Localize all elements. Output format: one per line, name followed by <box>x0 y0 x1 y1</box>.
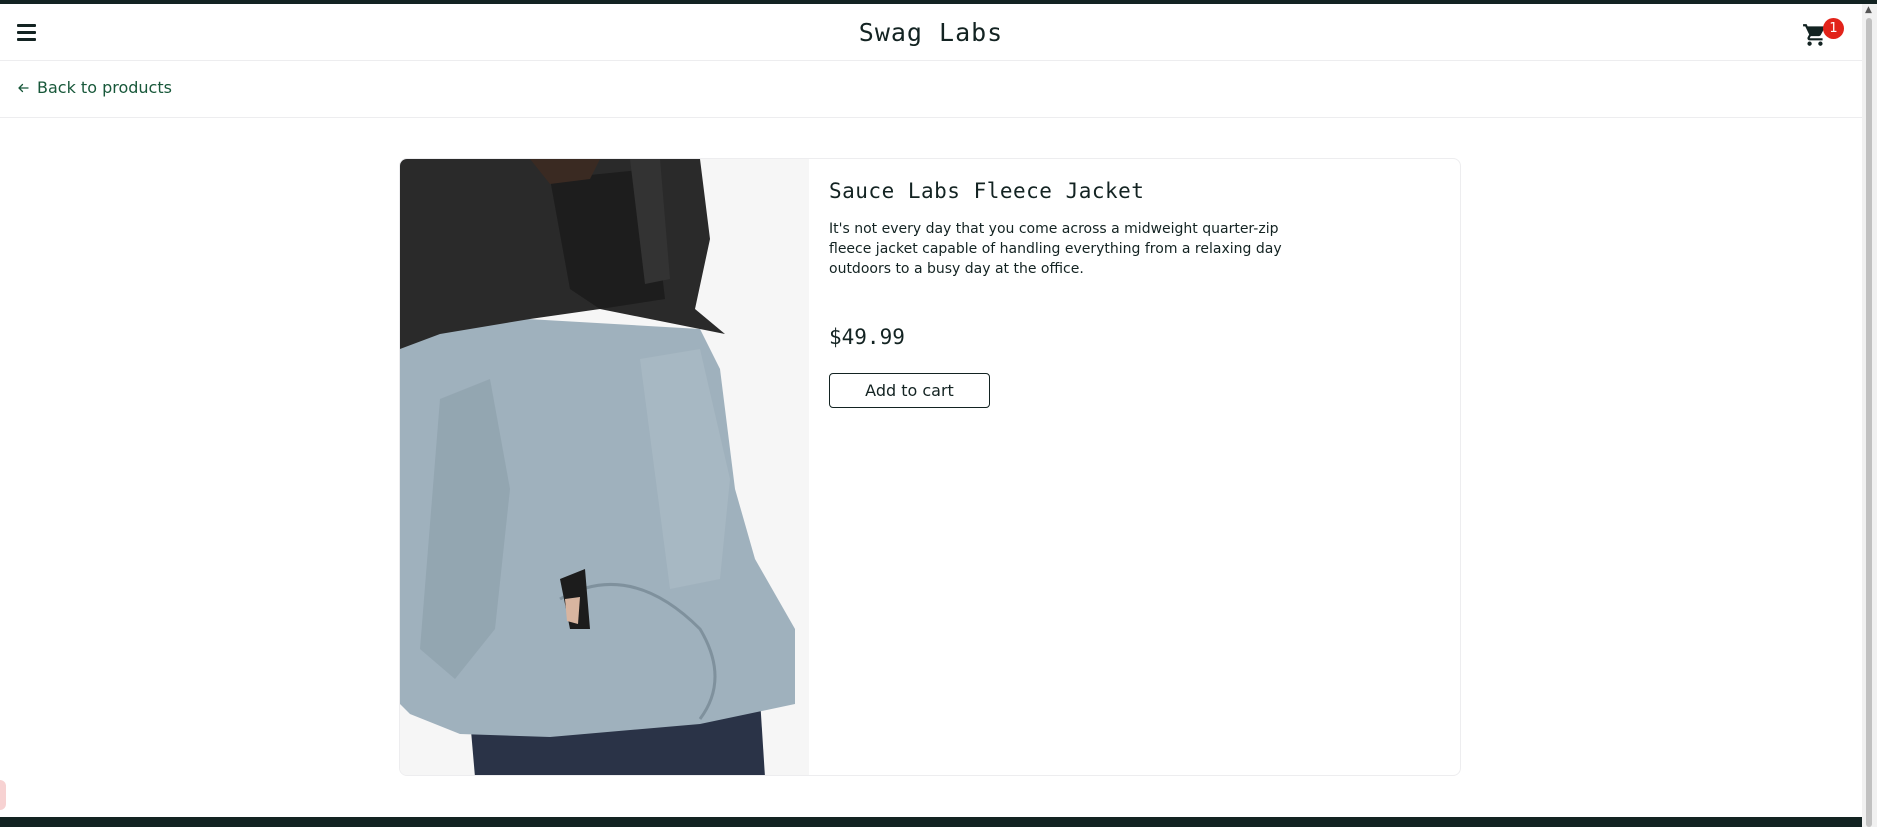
product-name: Sauce Labs Fleece Jacket <box>829 179 1145 203</box>
product-image <box>400 159 809 775</box>
back-to-products-label: Back to products <box>37 78 172 97</box>
back-to-products-button[interactable]: Back to products <box>17 78 172 97</box>
shopping-cart-link[interactable]: 1 <box>1802 18 1844 50</box>
cart-badge: 1 <box>1823 18 1844 39</box>
scroll-up-icon[interactable]: ▲ <box>1865 6 1874 15</box>
app-logo: Swag Labs <box>858 18 1004 47</box>
primary-header: Swag Labs 1 <box>0 4 1862 61</box>
corner-decoration <box>0 780 6 810</box>
arrow-left-icon <box>18 83 29 92</box>
footer <box>0 817 1862 827</box>
product-description: It's not every day that you come across … <box>829 221 1282 277</box>
secondary-header: Back to products <box>0 62 1862 118</box>
product-details: Sauce Labs Fleece Jacket It's not every … <box>829 179 1299 408</box>
vertical-scrollbar[interactable]: ▲ <box>1862 4 1877 827</box>
product-price: $49.99 <box>829 325 905 349</box>
add-to-cart-button[interactable]: Add to cart <box>829 373 990 408</box>
product-detail-card: Sauce Labs Fleece Jacket It's not every … <box>399 158 1461 776</box>
scrollbar-thumb[interactable] <box>1866 18 1872 827</box>
